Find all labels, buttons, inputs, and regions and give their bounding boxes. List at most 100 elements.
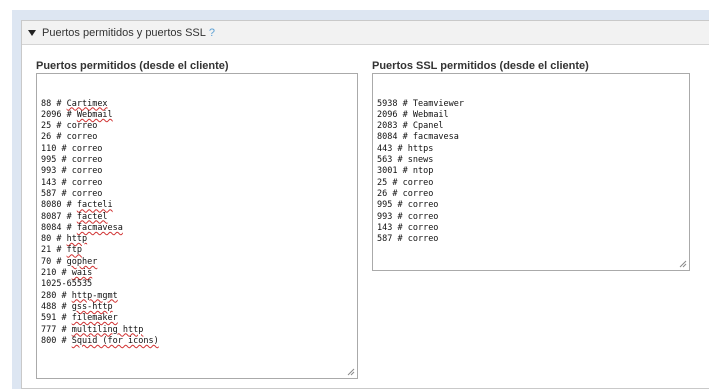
port-comment: facmavesa [76, 222, 123, 233]
port-comment: correo [407, 211, 439, 222]
port-number: 143 [377, 222, 393, 233]
resize-handle-icon[interactable] [679, 260, 687, 268]
port-comment: correo [407, 222, 439, 233]
ssl-ports-label: Puertos SSL permitidos (desde el cliente… [372, 60, 589, 72]
port-number: 443 [377, 143, 393, 154]
port-comment: Cartimex [66, 98, 108, 109]
textarea-line: 993 # correo [377, 211, 439, 222]
collapse-triangle-icon[interactable] [28, 30, 36, 36]
port-number: 2096 [41, 109, 62, 120]
port-comment: http-mgmt [71, 290, 118, 301]
textarea-line: 25 # correo [377, 177, 434, 188]
section-title: Puertos permitidos y puertos SSL [42, 26, 206, 39]
textarea-line: 110 # correo [41, 143, 103, 154]
port-number: 3001 [377, 166, 398, 177]
allowed-ports-textarea[interactable]: 88 # Cartimex 2096 # Webmail 25 # correo 26… [36, 73, 358, 379]
port-number: 587 [41, 188, 57, 199]
port-comment: correo [407, 200, 439, 211]
textarea-line: 8084 # facmavesa [41, 222, 123, 233]
port-comment: multiling http [71, 324, 144, 335]
resize-handle-icon[interactable] [347, 368, 355, 376]
textarea-line: 563 # snews [377, 155, 434, 166]
port-comment: correo [71, 188, 103, 199]
port-number: 70 [41, 256, 52, 267]
textarea-line: 21 # ftp [41, 245, 82, 256]
textarea-line: 143 # correo [41, 177, 103, 188]
textarea-line: 5938 # Teamviewer [377, 98, 465, 109]
port-number: 110 [41, 143, 57, 154]
port-comment: correo [71, 143, 103, 154]
port-number: 88 [41, 98, 52, 109]
port-number: 25 [377, 177, 388, 188]
port-number: 591 [41, 313, 57, 324]
port-comment: ntop [412, 166, 434, 177]
port-number: 993 [377, 211, 393, 222]
port-comment: gss-http [71, 301, 113, 312]
port-number: 8084 [377, 132, 398, 143]
textarea-line: 587 # correo [377, 234, 439, 245]
port-number: 488 [41, 301, 57, 312]
textarea-line: 88 # Cartimex [41, 98, 108, 109]
port-comment: Webmail [76, 109, 113, 120]
textarea-line: 70 # gopher [41, 256, 98, 267]
help-link[interactable]: ? [209, 27, 215, 39]
allowed-ports-label: Puertos permitidos (desde el cliente) [36, 60, 229, 72]
port-number: 777 [41, 324, 57, 335]
textarea-line: 26 # correo [377, 188, 434, 199]
port-number: 8087 [41, 211, 62, 222]
port-number: 2083 [377, 121, 398, 132]
port-number: 280 [41, 290, 57, 301]
port-comment: correo [66, 121, 98, 132]
port-number: 2096 [377, 109, 398, 120]
port-number: 587 [377, 234, 393, 245]
port-comment: correo [71, 166, 103, 177]
textarea-line: 8084 # facmavesa [377, 132, 459, 143]
textarea-line: 488 # gss-http [41, 301, 113, 312]
port-comment: correo [407, 234, 439, 245]
port-comment: facmavesa [412, 132, 459, 143]
textarea-line: 2083 # Cpanel [377, 121, 444, 132]
port-number: 993 [41, 166, 57, 177]
port-comment: wais [71, 268, 93, 279]
port-number: 995 [377, 200, 393, 211]
port-number: 80 [41, 234, 52, 245]
port-comment: correo [402, 188, 434, 199]
textarea-line: 8087 # factel [41, 211, 108, 222]
port-comment: factel [76, 211, 108, 222]
ports-settings-panel: Puertos permitidos y puertos SSL ? Puert… [21, 20, 709, 389]
port-comment: facteli [76, 200, 113, 211]
textarea-line: 2096 # Webmail [377, 109, 449, 120]
section-header[interactable]: Puertos permitidos y puertos SSL ? [22, 21, 709, 45]
port-number: 8084 [41, 222, 62, 233]
port-comment: correo [71, 155, 103, 166]
textarea-line: 280 # http-mgmt [41, 290, 118, 301]
textarea-line: 800 # Squid (for icons) [41, 335, 159, 346]
textarea-line: 26 # correo [41, 132, 98, 143]
textarea-line: 8080 # facteli [41, 200, 113, 211]
port-comment: http [66, 234, 88, 245]
port-comment: Teamviewer [412, 98, 465, 109]
ssl-ports-textarea[interactable]: 5938 # Teamviewer 2096 # Webmail 2083 # Cp… [372, 73, 690, 271]
textarea-line: 210 # wais [41, 268, 93, 279]
textarea-line: 80 # http [41, 234, 88, 245]
textarea-line: 2096 # Webmail [41, 109, 113, 120]
textarea-line: 777 # multiling http [41, 324, 144, 335]
port-comment: gopher [66, 256, 98, 267]
port-comment: Squid (for icons) [71, 335, 159, 346]
textarea-line: 587 # correo [41, 188, 103, 199]
textarea-line: 443 # https [377, 143, 434, 154]
port-number: 26 [377, 188, 388, 199]
port-number: 995 [41, 155, 57, 166]
port-comment: filemaker [71, 313, 118, 324]
textarea-line: 143 # correo [377, 222, 439, 233]
textarea-line: 25 # correo [41, 121, 98, 132]
port-comment: correo [402, 177, 434, 188]
port-comment: Webmail [412, 109, 449, 120]
port-number: 26 [41, 132, 52, 143]
port-number: 25 [41, 121, 52, 132]
port-comment: Cpanel [412, 121, 444, 132]
port-comment: correo [66, 132, 98, 143]
textarea-line: 993 # correo [41, 166, 103, 177]
port-number: 563 [377, 155, 393, 166]
port-number: 143 [41, 177, 57, 188]
